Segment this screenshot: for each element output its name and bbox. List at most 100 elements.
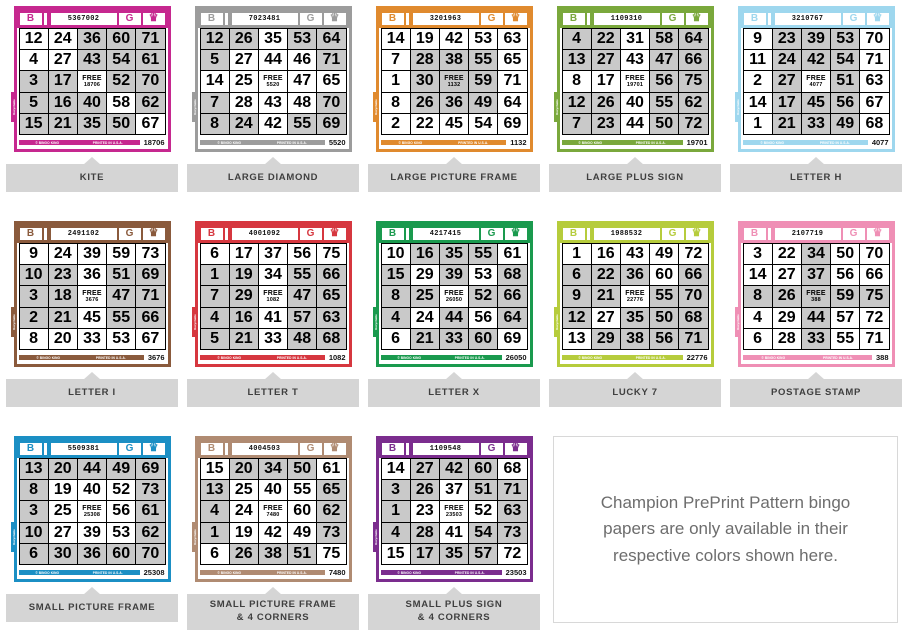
bingo-card[interactable]: Recyclable B 1988532 G ♛ 1 16 43 49 72 6 22 36 60 66 9 2… — [553, 221, 714, 367]
bingo-number-cell: 49 — [469, 92, 498, 113]
pattern-label[interactable]: SMALL PICTURE FRAME & 4 CORNERS — [187, 594, 359, 630]
bingo-number-cell: 23 — [48, 265, 77, 286]
letter-b-box: B — [381, 12, 404, 25]
card-serial-number: 1988532 — [593, 227, 660, 240]
pattern-label[interactable]: LETTER I — [6, 379, 178, 407]
letter-i-divider-icon — [767, 227, 773, 240]
card-serial-number: 2491102 — [50, 227, 117, 240]
pattern-label[interactable]: LARGE PICTURE FRAME — [368, 164, 540, 192]
pattern-label[interactable]: POSTAGE STAMP — [730, 379, 902, 407]
bingo-number-cell: 3 — [19, 286, 48, 307]
bingo-card[interactable]: Recyclable B 5509381 G ♛ 13 20 44 49 69 8 19 40 52 73 3… — [10, 436, 171, 582]
bingo-number-cell: 36 — [620, 265, 650, 286]
bingo-number-cell: 27 — [772, 265, 801, 286]
bingo-number-cell: 44 — [801, 307, 831, 328]
bingo-header-bar: B 2491102 G ♛ — [16, 224, 168, 243]
plaque-notch-icon — [445, 587, 463, 595]
pattern-label[interactable]: LETTER X — [368, 379, 540, 407]
pattern-label[interactable]: SMALL PLUS SIGN & 4 CORNERS — [368, 594, 540, 630]
plaque-notch-icon — [807, 372, 825, 380]
bingo-number-cell: 65 — [317, 286, 346, 307]
letter-g-box: G — [661, 12, 684, 25]
bingo-card[interactable]: Recyclable B 7023481 G ♛ 12 26 35 53 64 5 27 44 46 71 1… — [191, 6, 352, 152]
free-space-cell: FREE 1132 — [439, 71, 469, 92]
pattern-label-plaque-wrap: LARGE PICTURE FRAME — [368, 157, 540, 192]
bingo-number-cell: 62 — [136, 92, 165, 113]
pattern-label[interactable]: KITE — [6, 164, 178, 192]
bingo-number-cell: 28 — [410, 522, 439, 543]
pattern-label[interactable]: LUCKY 7 — [549, 379, 721, 407]
bingo-number-cell: 25 — [410, 286, 439, 307]
recyclable-label: Recyclable — [11, 529, 16, 545]
bingo-card[interactable]: Recyclable B 3210767 G ♛ 9 23 39 53 70 11 24 42 54 71 2… — [734, 6, 895, 152]
bingo-number-cell: 40 — [258, 480, 288, 501]
bingo-header-bar: B 1988532 G ♛ — [559, 224, 711, 243]
bingo-number-cell: 51 — [469, 480, 498, 501]
footer-serial-number: 7480 — [328, 568, 346, 577]
bingo-number-cell: 6 — [19, 543, 48, 564]
footer-copyright-text: © BINGO KING — [761, 355, 786, 360]
footer-printed-text: PRINTED IN U.S.A. — [276, 140, 307, 145]
crown-icon: ♛ — [142, 12, 165, 25]
bingo-number-cell: 33 — [801, 113, 831, 134]
bingo-number-cell: 6 — [200, 543, 229, 564]
bingo-number-cell: 8 — [19, 480, 48, 501]
bingo-card[interactable]: Recyclable B 1109310 G ♛ 4 22 31 58 64 13 27 43 47 66 8… — [553, 6, 714, 152]
card-serial-number: 4001092 — [231, 227, 298, 240]
bingo-number-cell: 64 — [498, 307, 527, 328]
bingo-number-cell: 63 — [317, 307, 346, 328]
letter-b-box: B — [19, 227, 42, 240]
recyclable-label: Recyclable — [373, 99, 378, 115]
bingo-card[interactable]: Recyclable B 4217415 G ♛ 10 16 35 55 61 15 29 39 53 68… — [372, 221, 533, 367]
bingo-number-cell: 9 — [743, 29, 772, 50]
pattern-label[interactable]: SMALL PICTURE FRAME — [6, 594, 178, 622]
bingo-card[interactable]: Recyclable B 1109548 G ♛ 14 27 42 60 68 3 26 37 51 71 1… — [372, 436, 533, 582]
footer-printed-text: PRINTED IN U.S.A. — [823, 355, 854, 360]
recyclable-label: Recyclable — [373, 314, 378, 330]
bingo-number-cell: 57 — [831, 307, 860, 328]
bingo-number-cell: 33 — [801, 328, 831, 349]
bingo-number-cell: 44 — [258, 50, 288, 71]
bingo-number-cell: 27 — [229, 50, 258, 71]
letter-b-box: B — [743, 227, 766, 240]
bingo-number-cell: 12 — [562, 92, 591, 113]
bingo-number-cell: 33 — [77, 328, 107, 349]
bingo-number-cell: 56 — [831, 265, 860, 286]
pattern-label[interactable]: LETTER H — [730, 164, 902, 192]
bingo-number-cell: 47 — [288, 71, 317, 92]
bingo-number-cell: 70 — [679, 286, 708, 307]
bingo-number-cell: 52 — [107, 71, 136, 92]
pattern-label[interactable]: LARGE DIAMOND — [187, 164, 359, 192]
bingo-number-grid: 6 17 37 56 75 1 19 34 55 66 7 29 FREE 1082 47 65 4 16 41 57… — [199, 243, 347, 350]
free-serial: 18706 — [83, 81, 101, 88]
pattern-label-plaque-wrap: KITE — [6, 157, 178, 192]
letter-b-box: B — [381, 227, 404, 240]
bingo-number-cell: 40 — [620, 92, 650, 113]
bingo-card[interactable]: Recyclable B 3201963 G ♛ 14 19 42 53 63 7 28 38 55 65 1… — [372, 6, 533, 152]
bingo-number-cell: 42 — [439, 29, 469, 50]
bingo-number-cell: 1 — [200, 265, 229, 286]
bingo-number-cell: 68 — [860, 113, 889, 134]
footer-imprint-strip: © BINGO KING PRINTED IN U.S.A. — [199, 355, 325, 360]
free-label: FREE — [444, 504, 464, 512]
pattern-label-plaque-wrap: LETTER I — [6, 372, 178, 407]
bingo-card[interactable]: Recyclable B 4001092 G ♛ 6 17 37 56 75 1 19 34 55 66 7 2… — [191, 221, 352, 367]
pattern-label[interactable]: LETTER T — [187, 379, 359, 407]
crown-icon: ♛ — [142, 442, 165, 455]
bingo-card[interactable]: Recyclable B 5367002 G ♛ 12 24 36 60 71 4 27 43 54 61 3… — [10, 6, 171, 152]
bingo-number-cell: 10 — [19, 265, 48, 286]
pattern-label[interactable]: LARGE PLUS SIGN — [549, 164, 721, 192]
footer-imprint-strip: © BINGO KING PRINTED IN U.S.A. — [561, 355, 683, 360]
letter-g-box: G — [118, 12, 141, 25]
bingo-number-cell: 50 — [107, 113, 136, 134]
free-label: FREE — [263, 74, 283, 82]
bingo-card[interactable]: Recyclable B 2491102 G ♛ 9 24 39 59 73 10 23 36 51 69 3… — [10, 221, 171, 367]
bingo-number-cell: 4 — [381, 522, 410, 543]
bingo-card[interactable]: Recyclable B 4004503 G ♛ 15 20 34 50 61 13 25 40 55 65… — [191, 436, 352, 582]
free-space-cell: FREE 5520 — [258, 71, 288, 92]
bingo-number-cell: 40 — [77, 480, 107, 501]
plaque-notch-icon — [264, 372, 282, 380]
bingo-card[interactable]: Recyclable B 2107719 G ♛ 3 22 34 50 70 14 27 37 56 66 8… — [734, 221, 895, 367]
letter-i-divider-icon — [43, 12, 49, 25]
bingo-number-cell: 29 — [591, 328, 620, 349]
